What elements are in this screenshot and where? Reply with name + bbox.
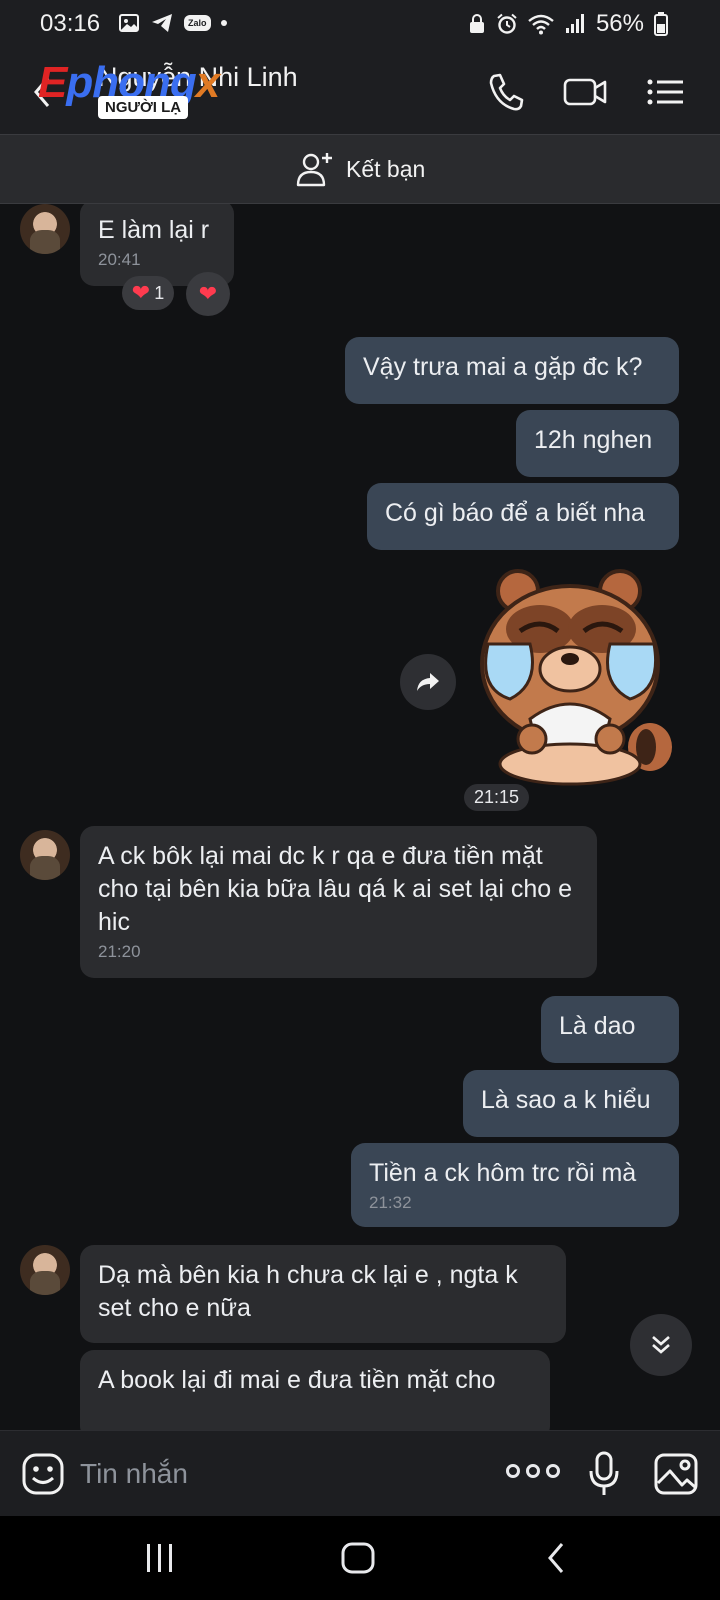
image-icon: [119, 14, 139, 32]
message-out[interactable]: Là dao: [541, 996, 679, 1063]
menu-icon[interactable]: [646, 70, 686, 114]
message-text: Vậy trưa mai a gặp đc k?: [363, 353, 643, 381]
chat-header: Nguyễn Nhi Linh Ephongx NGƯỜI LẠ: [0, 50, 720, 134]
crying-bear-sticker[interactable]: [470, 559, 680, 789]
scroll-down-icon: [652, 1336, 670, 1354]
recent-apps-icon[interactable]: [144, 1540, 176, 1576]
more-icon[interactable]: [506, 1464, 560, 1478]
status-time: 03:16: [40, 10, 101, 37]
avatar[interactable]: [20, 830, 70, 880]
back-icon[interactable]: [544, 1540, 568, 1576]
message-out[interactable]: Vậy trưa mai a gặp đc k?: [345, 337, 679, 404]
share-button[interactable]: [400, 654, 456, 710]
add-friend-icon: [296, 153, 332, 187]
message-out[interactable]: Tiền a ck hôm trc rồi mà 21:32: [351, 1143, 679, 1227]
message-text: Tiền a ck hôm trc rồi mà: [369, 1159, 637, 1187]
signal-icon: [565, 14, 584, 33]
video-call-icon[interactable]: [562, 70, 608, 114]
battery-icon: [654, 12, 668, 36]
message-text: Là dao: [559, 1012, 636, 1040]
add-friend-bar: Kết bạn: [0, 134, 720, 204]
message-time: 21:15: [464, 784, 530, 811]
message-in[interactable]: Dạ mà bên kia h chưa ck lại e , ngta k s…: [80, 1245, 566, 1343]
battery-percent: 56%: [595, 10, 644, 37]
composer-bar: [0, 1430, 720, 1516]
home-icon[interactable]: [340, 1540, 376, 1576]
message-in[interactable]: A ck bôk lại mai dc k r qa e đưa tiền mặ…: [80, 826, 597, 978]
emoji-icon[interactable]: [22, 1453, 64, 1495]
stranger-badge: NGƯỜI LẠ: [98, 96, 189, 119]
message-text: 12h nghen: [534, 426, 653, 454]
status-bar: 03:16 Zalo 56%: [0, 0, 720, 50]
zalo-icon: Zalo: [184, 15, 211, 31]
message-out[interactable]: Là sao a k hiểu: [463, 1070, 679, 1137]
message-time: 21:32: [369, 1193, 412, 1212]
message-text: Dạ mà bên kia h chưa ck lại e , ngta k s…: [98, 1261, 518, 1322]
avatar[interactable]: [20, 1245, 70, 1295]
message-time: 21:20: [98, 942, 141, 961]
alarm-icon: [497, 13, 517, 34]
reaction-count: 1: [154, 282, 165, 303]
message-text: E làm lại r: [98, 216, 210, 244]
message-out[interactable]: Có gì báo để a biết nha: [367, 483, 679, 550]
mic-icon[interactable]: [588, 1451, 620, 1497]
message-text: Là sao a k hiểu: [481, 1086, 651, 1114]
message-input[interactable]: [80, 1453, 480, 1495]
system-icons: 56%: [468, 10, 668, 38]
lock-icon: [469, 14, 484, 33]
message-list[interactable]: E làm lại r 20:41 ❤ 1 ❤ Vậy trưa mai a g…: [0, 204, 720, 1430]
heart-icon: ❤: [198, 281, 218, 306]
share-icon: [417, 673, 439, 691]
system-nav-bar: [0, 1516, 720, 1600]
message-text: A book lại đi mai e đưa tiền mặt cho: [98, 1366, 496, 1394]
message-out[interactable]: 12h nghen: [516, 410, 679, 477]
reaction-summary[interactable]: ❤ 1: [122, 276, 174, 310]
telegram-icon: [152, 14, 172, 32]
gallery-icon[interactable]: [654, 1453, 698, 1495]
add-friend-button[interactable]: Kết bạn: [296, 150, 425, 188]
message-in[interactable]: A book lại đi mai e đưa tiền mặt cho: [80, 1350, 550, 1430]
message-time: 20:41: [98, 250, 141, 269]
phone-icon[interactable]: [486, 70, 526, 114]
notification-icons: Zalo: [118, 12, 227, 34]
heart-reaction-icon: ❤: [131, 280, 151, 305]
more-notifications-dot: [220, 20, 227, 26]
avatar[interactable]: [20, 204, 70, 254]
wifi-icon: [528, 14, 554, 35]
scroll-down-button[interactable]: [630, 1314, 692, 1376]
react-button[interactable]: ❤: [186, 272, 230, 316]
message-text: Có gì báo để a biết nha: [385, 499, 645, 527]
add-friend-label: Kết bạn: [346, 155, 426, 182]
message-text: A ck bôk lại mai dc k r qa e đưa tiền mặ…: [98, 842, 572, 936]
